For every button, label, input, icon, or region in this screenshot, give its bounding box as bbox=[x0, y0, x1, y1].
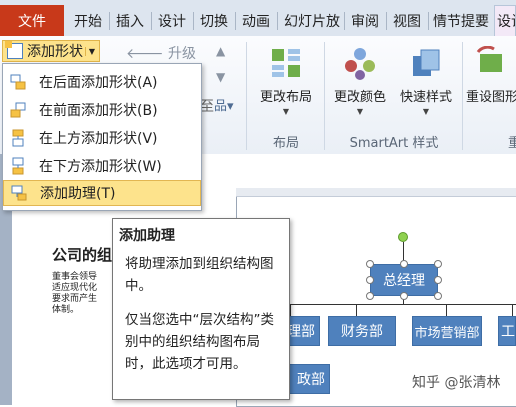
arrow-left-icon: 🡐 bbox=[126, 46, 164, 62]
shape-above-icon bbox=[9, 129, 27, 147]
add-shape-icon bbox=[5, 41, 23, 59]
move-down-icon[interactable]: ▼ bbox=[216, 70, 225, 84]
reset-graphic-icon bbox=[474, 45, 508, 80]
add-shape-menu: 在后面添加形状(A) 在前面添加形状(B) 在上方添加形状(V) 在下方添加形状… bbox=[2, 63, 202, 211]
body-line: 体制。 bbox=[52, 305, 80, 315]
dropdown-arrow-icon: ▼ bbox=[422, 107, 430, 116]
group-separator bbox=[324, 42, 325, 150]
rotate-handle-line bbox=[403, 242, 404, 262]
tab-insert[interactable]: 插入 bbox=[110, 6, 150, 36]
promote-label: 升级 bbox=[168, 46, 196, 62]
reset-graphic-label: 重设图形 bbox=[466, 90, 516, 105]
group-separator bbox=[462, 42, 463, 150]
menu-item-add-after[interactable]: 在后面添加形状(A) bbox=[3, 69, 201, 95]
connector-line bbox=[290, 304, 516, 305]
tooltip-title: 添加助理 bbox=[119, 228, 175, 244]
dropdown-arrow-icon: ▼ bbox=[356, 107, 364, 116]
layout-gallery-icon bbox=[269, 46, 303, 80]
tooltip-paragraph: 将助理添加到组织结构图中。 bbox=[125, 256, 274, 294]
resize-handle[interactable] bbox=[434, 276, 442, 284]
add-shape-label: 添加形状 bbox=[27, 44, 83, 60]
shape-after-icon bbox=[9, 73, 27, 91]
change-colors-button[interactable]: 更改颜色 ▼ bbox=[328, 40, 392, 116]
move-up-icon[interactable]: ▲ bbox=[216, 44, 225, 58]
tooltip: 添加助理 将助理添加到组织结构图中。 仅当您选中“层次结构”类别中的组织结构图布… bbox=[112, 218, 290, 400]
slide-title[interactable]: 公司的组 bbox=[52, 244, 112, 265]
dropdown-arrow-icon[interactable]: ▼ bbox=[84, 46, 95, 56]
connector-line bbox=[512, 304, 513, 316]
tooltip-paragraph: 仅当您选中“层次结构”类别中的组织结构图布局时，此选项才可用。 bbox=[125, 312, 274, 372]
menu-item-label: 添加助理(T) bbox=[40, 186, 116, 202]
body-line: 董事会领导 bbox=[52, 272, 98, 282]
connector-line bbox=[446, 304, 447, 316]
resize-handle[interactable] bbox=[366, 292, 374, 300]
smartart-frame-border bbox=[236, 188, 516, 197]
group-label-reset: 重 bbox=[508, 136, 516, 151]
tab-design[interactable]: 设计 bbox=[152, 6, 192, 36]
body-line: 要求而产生 bbox=[52, 294, 98, 304]
resize-handle[interactable] bbox=[434, 292, 442, 300]
quick-styles-icon bbox=[409, 46, 443, 80]
org-box-finance[interactable]: 财务部 bbox=[328, 316, 396, 346]
body-line: 适应现代化 bbox=[52, 283, 98, 293]
add-shape-button[interactable]: 添加形状 ▼ bbox=[2, 40, 100, 62]
resize-handle[interactable] bbox=[400, 292, 408, 300]
change-layout-button[interactable]: 更改布局 ▼ bbox=[252, 40, 320, 116]
right-to-left-icon[interactable]: 至 bbox=[200, 96, 214, 116]
dropdown-arrow-icon: ▼ bbox=[282, 107, 290, 116]
resize-handle[interactable] bbox=[400, 260, 408, 268]
layout-icon[interactable]: 品▾ bbox=[214, 95, 234, 114]
tab-slideshow[interactable]: 幻灯片放 bbox=[278, 6, 344, 36]
watermark: 知乎 @张清林 bbox=[412, 375, 501, 391]
menu-item-label: 在下方添加形状(W) bbox=[39, 159, 162, 175]
quick-styles-button[interactable]: 快速样式 ▼ bbox=[394, 40, 458, 116]
connector-line bbox=[290, 304, 291, 316]
group-label-layout: 布局 bbox=[272, 136, 299, 151]
slide-body-text[interactable]: 董事会领导 适应现代化 要求而产生 体制。 bbox=[52, 272, 112, 316]
tab-home[interactable]: 开始 bbox=[68, 6, 108, 36]
tab-animations[interactable]: 动画 bbox=[236, 6, 276, 36]
menu-item-label: 在上方添加形状(V) bbox=[39, 131, 158, 147]
promote-button[interactable]: 🡐 升级 bbox=[126, 43, 196, 63]
org-box-admin[interactable]: 政部 bbox=[284, 364, 330, 394]
menu-item-add-above[interactable]: 在上方添加形状(V) bbox=[3, 125, 201, 151]
tooltip-body: 将助理添加到组织结构图中。 仅当您选中“层次结构”类别中的组织结构图布局时，此选… bbox=[125, 253, 283, 375]
tab-file[interactable]: 文件 bbox=[0, 5, 64, 36]
tab-view[interactable]: 视图 bbox=[387, 6, 427, 36]
rotate-handle[interactable] bbox=[398, 232, 408, 242]
shape-below-icon bbox=[9, 157, 27, 175]
resize-handle[interactable] bbox=[366, 276, 374, 284]
menu-item-add-before[interactable]: 在前面添加形状(B) bbox=[3, 97, 201, 123]
reset-graphic-button[interactable]: 重设图形 bbox=[466, 40, 516, 105]
color-palette-icon bbox=[343, 46, 377, 80]
menu-item-label: 在前面添加形状(B) bbox=[39, 103, 158, 119]
tab-review[interactable]: 审阅 bbox=[345, 6, 385, 36]
group-separator bbox=[246, 42, 247, 150]
resize-handle[interactable] bbox=[366, 260, 374, 268]
quick-styles-label: 快速样式 bbox=[399, 90, 452, 105]
group-label-smartart-styles: SmartArt 样式 bbox=[349, 136, 439, 151]
change-colors-label: 更改颜色 bbox=[333, 90, 386, 105]
tab-transitions[interactable]: 切换 bbox=[194, 6, 234, 36]
menu-item-add-below[interactable]: 在下方添加形状(W) bbox=[3, 153, 201, 179]
menu-item-add-assistant[interactable]: 添加助理(T) bbox=[3, 180, 201, 206]
change-layout-label: 更改布局 bbox=[259, 90, 312, 105]
connector-line bbox=[356, 304, 357, 316]
resize-handle[interactable] bbox=[434, 260, 442, 268]
tab-smartart-design[interactable]: 设计 bbox=[494, 5, 516, 36]
menu-item-label: 在后面添加形状(A) bbox=[39, 75, 158, 91]
add-assistant-icon bbox=[10, 184, 28, 202]
org-box-engineering[interactable]: 工程 bbox=[498, 316, 516, 346]
org-box-marketing[interactable]: 市场营销部 bbox=[412, 316, 482, 346]
tab-storyboarding[interactable]: 情节提要 bbox=[429, 6, 493, 36]
shape-before-icon bbox=[9, 101, 27, 119]
